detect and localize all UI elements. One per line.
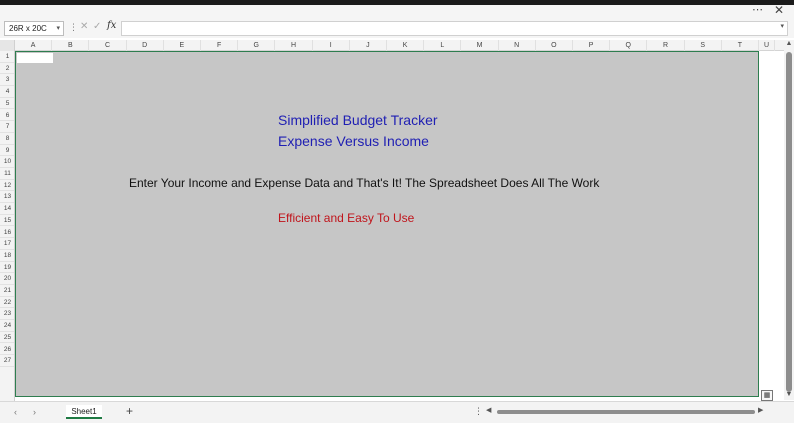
tagline-text: Efficient and Easy To Use: [278, 211, 415, 225]
column-headers: ABCDEFGHIJKLMNOPQRSTU: [0, 40, 794, 51]
row-header[interactable]: 11: [0, 168, 14, 180]
column-header[interactable]: A: [15, 40, 53, 51]
row-header[interactable]: 15: [0, 215, 14, 227]
column-header[interactable]: P: [573, 40, 611, 51]
row-header[interactable]: 4: [0, 86, 14, 98]
row-header[interactable]: 25: [0, 332, 14, 344]
sheet-title: Simplified Budget Tracker: [278, 112, 438, 128]
name-box[interactable]: 26R x 20C ▾: [4, 21, 64, 36]
check-icon[interactable]: ✓: [93, 21, 101, 32]
horizontal-scroll-thumb[interactable]: [497, 410, 755, 414]
row-header[interactable]: 6: [0, 110, 14, 122]
row-header[interactable]: 8: [0, 133, 14, 145]
instruction-text: Enter Your Income and Expense Data and T…: [129, 176, 600, 190]
row-header[interactable]: 7: [0, 121, 14, 133]
tab-sheet1[interactable]: Sheet1: [66, 405, 102, 419]
column-header[interactable]: J: [350, 40, 387, 51]
chevron-right-icon[interactable]: ›: [33, 407, 36, 417]
row-header[interactable]: 10: [0, 156, 14, 168]
sheet-subtitle: Expense Versus Income: [278, 133, 429, 149]
row-header[interactable]: 26: [0, 344, 14, 356]
vertical-dots-icon[interactable]: ⋮: [474, 406, 483, 417]
chevron-down-icon[interactable]: ▾: [56, 22, 60, 35]
quick-analysis-icon[interactable]: ▦: [761, 390, 773, 401]
close-window-icon[interactable]: ✕: [774, 3, 784, 17]
active-cell[interactable]: [17, 53, 53, 63]
window-titlebar: ⋯ ✕: [0, 3, 794, 18]
chevron-left-icon[interactable]: ‹: [14, 407, 17, 417]
column-header[interactable]: K: [387, 40, 425, 51]
column-header[interactable]: S: [685, 40, 722, 51]
column-header[interactable]: O: [536, 40, 573, 51]
chevron-down-icon[interactable]: ▾: [780, 22, 784, 30]
vertical-dots-icon: ⋮: [69, 22, 78, 32]
column-header[interactable]: L: [424, 40, 462, 51]
row-headers: 1 2 3 4 5 6 7 8 9 10 11 12 13 14 15 16 17 18 19 20 21 22 23 24 2…: [0, 51, 15, 401]
row-header[interactable]: 24: [0, 320, 14, 332]
row-header[interactable]: 14: [0, 203, 14, 215]
column-header[interactable]: H: [275, 40, 313, 51]
row-header[interactable]: 27: [0, 355, 14, 367]
add-sheet-button[interactable]: +: [126, 404, 133, 418]
row-header[interactable]: 19: [0, 262, 14, 274]
column-header[interactable]: G: [238, 40, 276, 51]
sheet-grid[interactable]: Simplified Budget Tracker Expense Versus…: [15, 51, 759, 397]
name-box-value: 26R x 20C: [9, 24, 47, 33]
row-header[interactable]: 3: [0, 74, 14, 87]
formula-bar: 26R x 20C ▾ ⋮ ✕ ✓ fx ▾: [0, 18, 794, 38]
row-header[interactable]: 9: [0, 145, 14, 157]
close-icon[interactable]: ✕: [80, 21, 88, 32]
fx-icon[interactable]: fx: [107, 20, 116, 31]
column-header[interactable]: E: [164, 40, 201, 51]
scroll-down-icon[interactable]: ▼: [784, 391, 794, 398]
column-header[interactable]: U: [759, 40, 775, 51]
column-header[interactable]: M: [461, 40, 499, 51]
column-header[interactable]: I: [313, 40, 350, 51]
row-header[interactable]: 23: [0, 308, 14, 321]
horizontal-scrollbar[interactable]: ◀ ▶: [486, 406, 766, 416]
column-header[interactable]: F: [201, 40, 239, 51]
vertical-scrollbar[interactable]: ▲ ▼: [784, 40, 794, 400]
row-header[interactable]: 22: [0, 297, 14, 309]
column-header[interactable]: B: [52, 40, 90, 51]
row-header[interactable]: 20: [0, 273, 14, 285]
row-header[interactable]: 12: [0, 180, 14, 192]
sheet-tab-bar: ‹ › Sheet1 + ⋮ ◀ ▶: [0, 401, 794, 423]
more-options-icon[interactable]: ⋯: [752, 3, 764, 16]
scroll-up-icon[interactable]: ▲: [784, 40, 794, 47]
column-header[interactable]: N: [499, 40, 536, 51]
row-header[interactable]: 1: [0, 51, 14, 63]
column-header[interactable]: Q: [610, 40, 648, 51]
row-header[interactable]: 5: [0, 98, 14, 110]
scroll-left-icon[interactable]: ◀: [486, 406, 491, 414]
column-header[interactable]: R: [647, 40, 685, 51]
row-header[interactable]: 21: [0, 285, 14, 297]
row-header[interactable]: 16: [0, 227, 14, 239]
row-header[interactable]: 13: [0, 191, 14, 204]
row-header[interactable]: 18: [0, 250, 14, 262]
select-all-corner[interactable]: [0, 40, 15, 51]
column-header[interactable]: D: [127, 40, 164, 51]
row-header[interactable]: 17: [0, 238, 14, 250]
scroll-right-icon[interactable]: ▶: [758, 406, 763, 414]
row-header[interactable]: 2: [0, 63, 14, 75]
formula-input[interactable]: ▾: [121, 21, 788, 36]
vertical-scroll-thumb[interactable]: [786, 52, 792, 392]
column-header[interactable]: T: [722, 40, 759, 51]
column-header[interactable]: C: [89, 40, 127, 51]
